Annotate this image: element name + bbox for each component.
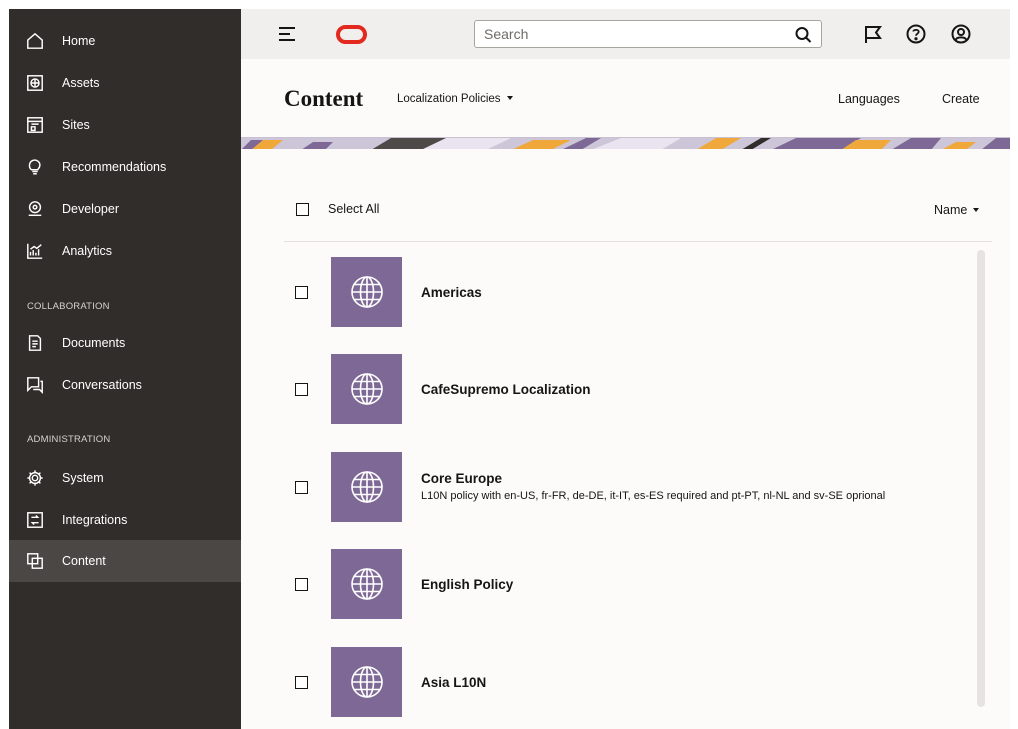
sidebar-item-label: Analytics [62, 244, 113, 258]
select-all-checkbox[interactable] [296, 203, 309, 216]
policy-description: L10N policy with en-US, fr-FR, de-DE, it… [421, 490, 886, 502]
sidebar-item-label: Integrations [62, 513, 128, 527]
frame-top [0, 0, 1018, 9]
policy-title[interactable]: Asia L10N [421, 675, 486, 690]
sidebar-item-system[interactable]: System [9, 460, 241, 496]
list-item[interactable]: Asia L10N [284, 647, 984, 719]
divider [284, 241, 992, 242]
frame-left [0, 0, 9, 729]
sort-by-name-button[interactable]: Name [934, 203, 980, 217]
search-icon[interactable] [793, 25, 815, 45]
menu-icon[interactable] [279, 26, 297, 42]
assets-icon [25, 73, 45, 93]
sidebar: Home Assets Sites Recommendations Develo… [9, 9, 241, 729]
list-item[interactable]: Core Europe L10N policy with en-US, fr-F… [284, 452, 984, 524]
row-checkbox[interactable] [295, 481, 308, 494]
user-icon[interactable] [950, 23, 972, 45]
sidebar-item-conversations[interactable]: Conversations [9, 367, 241, 403]
policy-thumbnail[interactable] [331, 257, 402, 327]
policy-thumbnail[interactable] [331, 647, 402, 717]
search-input[interactable] [475, 21, 785, 47]
sidebar-item-label: Recommendations [62, 160, 167, 174]
languages-button[interactable]: Languages [838, 92, 900, 106]
scrollbar[interactable] [977, 250, 985, 707]
row-checkbox[interactable] [295, 286, 308, 299]
policy-title[interactable]: Core Europe [421, 471, 502, 486]
help-icon[interactable] [905, 23, 927, 45]
frame-right [1010, 0, 1018, 729]
list-item[interactable]: Americas [284, 257, 984, 329]
policy-thumbnail[interactable] [331, 354, 402, 424]
sidebar-item-label: Sites [62, 118, 90, 132]
gear-icon [25, 468, 45, 488]
sidebar-item-sites[interactable]: Sites [9, 107, 241, 143]
sidebar-item-label: Assets [62, 76, 100, 90]
sort-label: Name [934, 203, 968, 217]
globe-icon [350, 276, 383, 308]
sidebar-item-integrations[interactable]: Integrations [9, 502, 241, 538]
row-checkbox[interactable] [295, 578, 308, 591]
sidebar-item-analytics[interactable]: Analytics [9, 233, 241, 269]
globe-icon [350, 568, 383, 600]
policy-thumbnail[interactable] [331, 549, 402, 619]
content-header: Content Localization Policies Languages … [241, 59, 1010, 137]
sidebar-item-assets[interactable]: Assets [9, 65, 241, 101]
sidebar-item-content[interactable]: Content [9, 540, 241, 582]
search-box [474, 20, 822, 48]
sidebar-item-recommendations[interactable]: Recommendations [9, 149, 241, 185]
dropdown-label: Localization Policies [397, 93, 501, 105]
conversations-icon [25, 375, 45, 395]
integrations-icon [25, 510, 45, 530]
lightbulb-icon [25, 157, 45, 177]
list-item[interactable]: CafeSupremo Localization [284, 354, 984, 426]
caret-down-icon [506, 96, 513, 100]
globe-icon [350, 666, 383, 698]
policy-title[interactable]: English Policy [421, 577, 513, 592]
flag-icon[interactable] [862, 23, 884, 45]
select-all-label: Select All [328, 202, 380, 216]
content-icon [25, 551, 45, 571]
globe-icon [350, 373, 383, 405]
documents-icon [25, 333, 45, 353]
globe-icon [350, 471, 383, 503]
caret-down-icon [973, 208, 980, 212]
decorative-banner [241, 137, 1010, 149]
sidebar-item-developer[interactable]: Developer [9, 191, 241, 227]
sidebar-item-label: Conversations [62, 378, 142, 392]
policy-list: Select All Name Americas CafeSupremo Loc… [241, 149, 1010, 729]
sidebar-item-label: System [62, 471, 104, 485]
sites-icon [25, 115, 45, 135]
page-title: Content [284, 86, 364, 111]
section-label-administration: ADMINISTRATION [27, 434, 111, 445]
sidebar-item-documents[interactable]: Documents [9, 325, 241, 361]
list-item[interactable]: English Policy [284, 549, 984, 621]
sidebar-item-label: Documents [62, 336, 126, 350]
policy-title[interactable]: Americas [421, 285, 482, 300]
sidebar-item-label: Developer [62, 202, 119, 216]
section-label-collaboration: COLLABORATION [27, 301, 110, 312]
sidebar-item-label: Home [62, 34, 96, 48]
top-bar [241, 9, 1010, 59]
row-checkbox[interactable] [295, 383, 308, 396]
localization-policies-dropdown[interactable]: Localization Policies [397, 93, 513, 105]
row-checkbox[interactable] [295, 676, 308, 689]
sidebar-item-home[interactable]: Home [9, 23, 241, 59]
developer-icon [25, 199, 45, 219]
policy-title[interactable]: CafeSupremo Localization [421, 382, 591, 397]
policy-thumbnail[interactable] [331, 452, 402, 522]
analytics-icon [25, 241, 45, 261]
create-button[interactable]: Create [942, 92, 980, 106]
home-icon [25, 31, 45, 51]
sidebar-item-label: Content [62, 554, 106, 568]
oracle-logo[interactable] [336, 25, 367, 44]
